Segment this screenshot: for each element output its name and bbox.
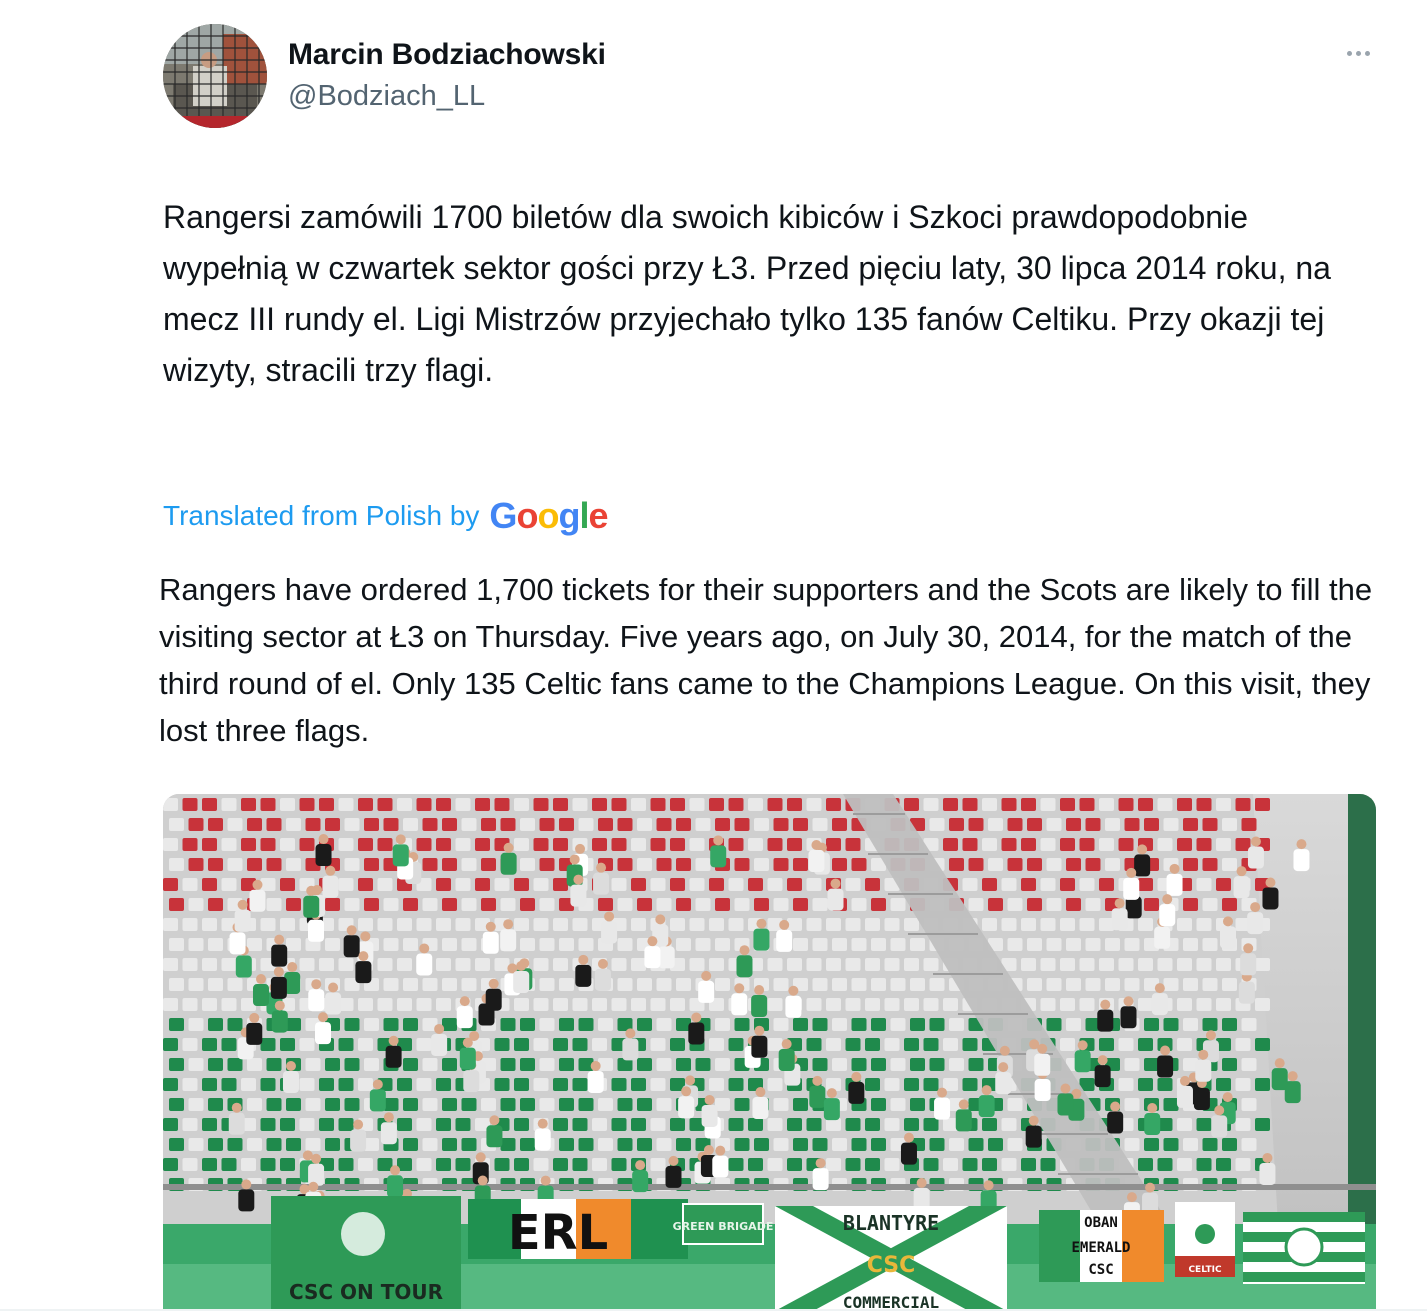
- banner-csc-on-tour: CSC ON TOUR: [271, 1196, 461, 1311]
- banner-erl: ERL: [468, 1199, 688, 1261]
- tweet-original-text: Rangersi zamówili 1700 biletów dla swoic…: [163, 199, 1331, 388]
- translation-attribution[interactable]: Translated from Polish by Google: [163, 495, 608, 536]
- stadium-photo: CSC ON TOUR ERL GREEN BRIGADE BLANTYRE C…: [163, 794, 1376, 1311]
- avatar[interactable]: [163, 24, 267, 128]
- svg-text:ERL: ERL: [508, 1205, 608, 1261]
- banner-green-brigade: GREEN BRIGADE: [673, 1203, 774, 1245]
- dot: [1364, 50, 1370, 56]
- svg-text:EMERALD: EMERALD: [1071, 1240, 1130, 1256]
- dot: [1346, 50, 1352, 56]
- dot: [1355, 50, 1361, 56]
- google-logo: Google: [489, 495, 608, 536]
- banner-celtic: CELTIC: [1175, 1202, 1365, 1284]
- svg-text:CSC: CSC: [1088, 1262, 1113, 1278]
- banner-blantyre: BLANTYRE CSC COMMERCIAL: [775, 1206, 1007, 1311]
- avatar-photo: [163, 24, 267, 128]
- tweet-translated-text: Rangers have ordered 1,700 tickets for t…: [159, 572, 1373, 748]
- svg-text:GREEN BRIGADE: GREEN BRIGADE: [673, 1220, 774, 1233]
- tweet-photo[interactable]: CSC ON TOUR ERL GREEN BRIGADE BLANTYRE C…: [163, 794, 1376, 1311]
- author-handle[interactable]: @Bodziach_LL: [288, 80, 485, 113]
- author-display-name[interactable]: Marcin Bodziachowski: [288, 38, 606, 72]
- svg-text:CELTIC: CELTIC: [1188, 1265, 1221, 1275]
- more-dots-icon[interactable]: [1338, 38, 1378, 68]
- translation-label: Translated from Polish by: [163, 500, 480, 531]
- svg-text:BLANTYRE: BLANTYRE: [843, 1211, 939, 1235]
- svg-text:CSC ON TOUR: CSC ON TOUR: [289, 1280, 443, 1304]
- svg-text:CSC: CSC: [867, 1253, 916, 1278]
- svg-text:OBAN: OBAN: [1084, 1215, 1118, 1231]
- banner-oban-emerald: OBAN EMERALD CSC: [1039, 1210, 1164, 1282]
